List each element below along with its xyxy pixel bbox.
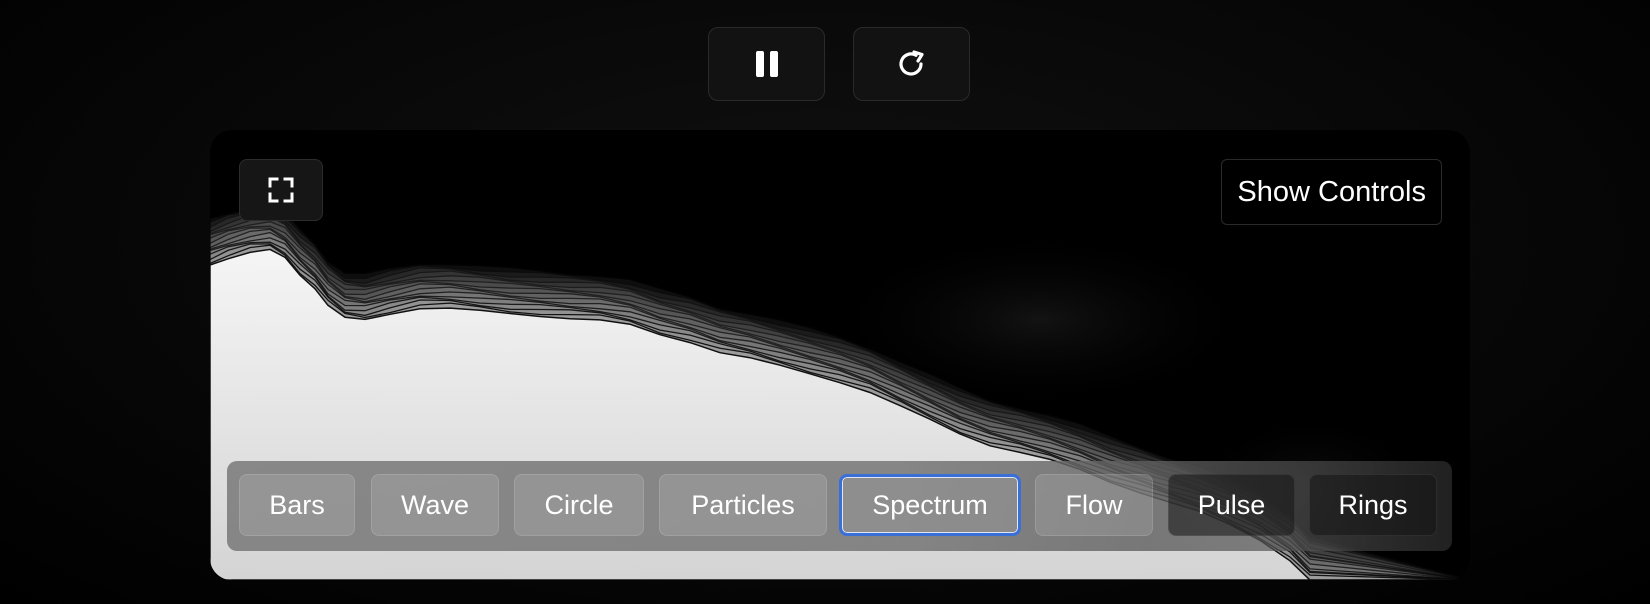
mode-circle-button[interactable]: Circle bbox=[514, 474, 644, 536]
fullscreen-button[interactable] bbox=[239, 159, 323, 221]
mode-particles-button[interactable]: Particles bbox=[659, 474, 827, 536]
pause-icon bbox=[755, 51, 778, 77]
mode-bars-button[interactable]: Bars bbox=[239, 474, 355, 536]
visualization-mode-bar: Bars Wave Circle Particles Spectrum Flow… bbox=[227, 461, 1452, 551]
mode-pulse-button[interactable]: Pulse bbox=[1168, 474, 1295, 536]
mode-rings-button[interactable]: Rings bbox=[1309, 474, 1437, 536]
visualizer-panel: Show Controls Bars Wave Circle Particles… bbox=[210, 130, 1470, 580]
fullscreen-icon bbox=[268, 177, 294, 203]
pause-button[interactable] bbox=[708, 27, 825, 101]
restart-button[interactable] bbox=[853, 27, 970, 101]
refresh-icon bbox=[898, 50, 924, 76]
mode-spectrum-button[interactable]: Spectrum bbox=[839, 474, 1021, 536]
show-controls-button[interactable]: Show Controls bbox=[1221, 159, 1442, 225]
mode-flow-button[interactable]: Flow bbox=[1035, 474, 1153, 536]
mode-wave-button[interactable]: Wave bbox=[371, 474, 499, 536]
